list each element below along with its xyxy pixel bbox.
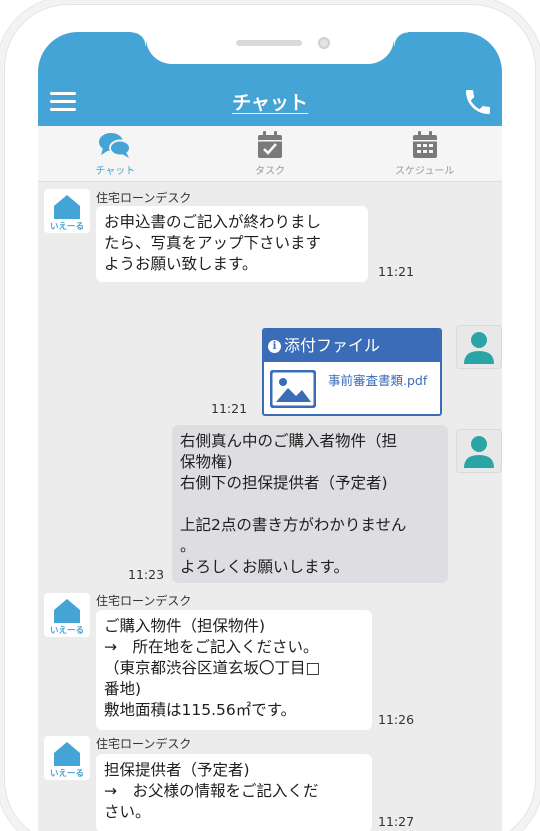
app-header: チャット <box>38 32 502 126</box>
tab-task[interactable]: タスク <box>193 126 348 181</box>
sender-name: 住宅ローンデスク <box>96 594 192 608</box>
house-logo-icon: いえーる <box>50 599 84 636</box>
user-avatar <box>456 429 502 473</box>
phone-notch <box>132 32 408 64</box>
chat-messages[interactable]: いえーる 住宅ローンデスク お申込書のご記入が終わりまし たら、写真をアップ下さ… <box>38 183 502 831</box>
page-title: チャット <box>232 92 308 114</box>
tab-schedule-label: スケジュール <box>395 166 455 177</box>
tab-chat-label: チャット <box>95 166 136 177</box>
attachment-header: i 添付ファイル <box>264 330 440 362</box>
agent-avatar-logo: いえーる <box>44 593 90 637</box>
person-icon <box>464 332 494 364</box>
logo-text: いえーる <box>50 769 84 779</box>
message-bubble: お申込書のご記入が終わりまし たら、写真をアップ下さいます ようお願い致します。 <box>96 206 368 282</box>
agent-avatar-logo: いえーる <box>44 189 90 233</box>
info-icon: i <box>268 339 281 353</box>
tab-bar: チャット タスク スケジュール <box>38 126 502 182</box>
tab-task-label: タスク <box>255 166 285 177</box>
tab-schedule[interactable]: スケジュール <box>347 126 502 181</box>
message-bubble-mine: 右側真ん中のご購入者物件（担 保物権) 右側下の担保提供者（予定者) 上記2点の… <box>172 425 448 583</box>
tab-chat[interactable]: チャット <box>38 126 193 181</box>
attachment-body: 事前審査書類.pdf <box>264 362 440 414</box>
agent-avatar-logo: いえーる <box>44 736 90 780</box>
house-logo-icon: いえーる <box>50 742 84 779</box>
attachment-card[interactable]: i 添付ファイル 事前審査書類.pdf <box>262 328 442 416</box>
attachment-title: 添付ファイル <box>284 336 381 355</box>
sender-name: 住宅ローンデスク <box>96 737 192 751</box>
message-bubble: ご購入物件（担保物件) → 所在地をご記入ください。 （東京都渋谷区道玄坂〇丁目… <box>96 610 372 730</box>
image-file-icon <box>270 370 316 408</box>
sender-name: 住宅ローンデスク <box>96 191 192 205</box>
message-time: 11:21 <box>211 401 248 416</box>
chat-bubbles-icon <box>99 133 132 158</box>
phone-icon[interactable] <box>462 86 494 118</box>
logo-text: いえーる <box>50 222 84 232</box>
message-time: 11:26 <box>378 712 415 727</box>
message-time: 11:27 <box>378 814 415 829</box>
app-screen: チャット チャット タスク スケジュール いえーる 住宅ローンデスク お申込書の… <box>38 32 502 831</box>
attachment-filename[interactable]: 事前審査書類.pdf <box>328 370 427 389</box>
message-bubble: 担保提供者（予定者) → お父様の情報をご記入くだ さい。 <box>96 754 372 831</box>
house-logo-icon: いえーる <box>50 195 84 232</box>
speaker-grille <box>236 40 302 46</box>
front-camera <box>318 37 330 49</box>
calendar-icon <box>412 131 437 158</box>
logo-text: いえーる <box>50 626 84 636</box>
message-time: 11:23 <box>128 567 165 582</box>
person-icon <box>464 436 494 468</box>
message-time: 11:21 <box>378 264 415 279</box>
calendar-check-icon <box>258 131 282 158</box>
user-avatar <box>456 325 502 369</box>
